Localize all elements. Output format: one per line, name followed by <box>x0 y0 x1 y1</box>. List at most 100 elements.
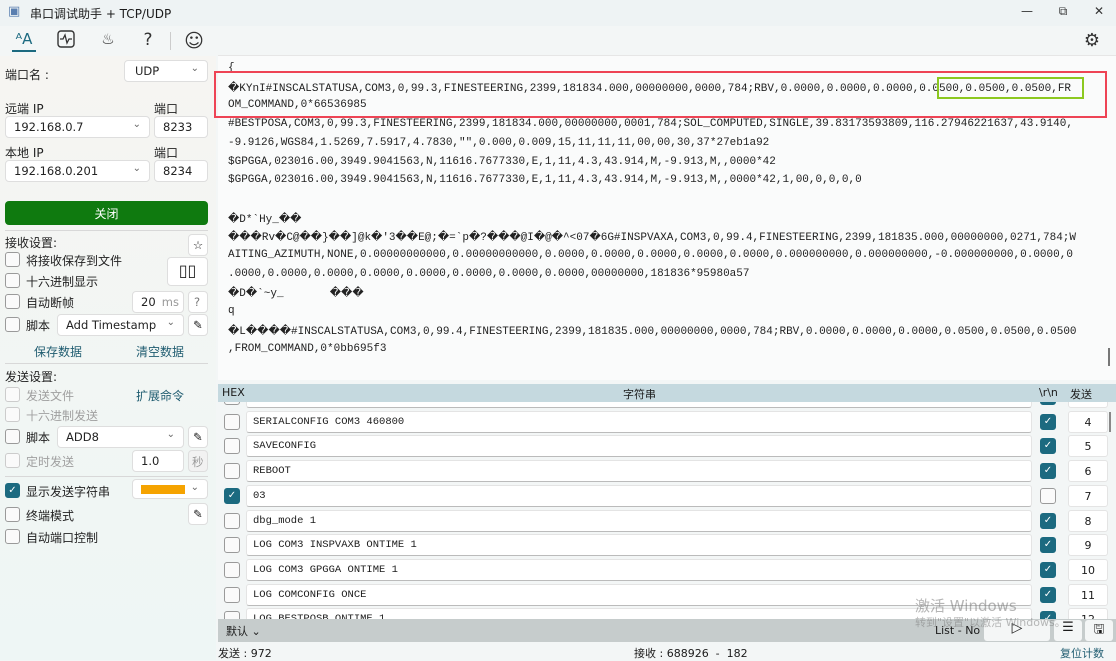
auto-frame-checkbox[interactable] <box>5 294 20 309</box>
send-row-button[interactable]: 8 <box>1068 509 1108 532</box>
timed-send-checkbox[interactable] <box>5 453 20 468</box>
edit-script-icon[interactable]: ✎ <box>188 426 208 448</box>
close-connection-button[interactable]: 关闭 <box>5 201 208 225</box>
send-file-label: 发送文件 <box>26 389 75 403</box>
port-select[interactable]: UDP ⌄ <box>124 60 208 82</box>
command-input[interactable]: 03 <box>246 484 1032 507</box>
hex-checkbox[interactable] <box>224 438 240 455</box>
hex-send-label: 十六进制发送 <box>26 409 99 423</box>
save-to-file-checkbox[interactable] <box>5 252 20 267</box>
green-highlight-box <box>937 77 1084 99</box>
command-input[interactable]: LOG COM3 INSPVAXB ONTIME 1 <box>246 534 1032 557</box>
edit-terminal-icon[interactable]: ✎ <box>188 503 208 525</box>
color-select[interactable]: ⌄ <box>132 479 208 499</box>
minimize-button[interactable]: — <box>1012 4 1042 18</box>
group-select[interactable]: 默认 ⌄ <box>226 623 261 639</box>
ms-unit: ms <box>161 295 179 309</box>
send-row: SAVECONFIG ✓ 5 <box>218 434 1116 458</box>
help-icon[interactable]: ? <box>136 30 160 52</box>
hex-checkbox[interactable] <box>224 512 240 529</box>
clear-data-link[interactable]: 清空数据 <box>136 343 184 360</box>
hex-checkbox[interactable] <box>224 537 240 554</box>
send-file-checkbox[interactable] <box>5 387 20 402</box>
send-row-button[interactable]: 10 <box>1068 558 1108 581</box>
auto-port-control-checkbox[interactable] <box>5 529 20 544</box>
crlf-checkbox[interactable]: ✓ <box>1040 413 1056 430</box>
command-input[interactable]: SERIALCONFIG COM3 460800 <box>246 410 1032 433</box>
reset-count-link[interactable]: 复位计数 <box>1060 645 1104 661</box>
hex-checkbox[interactable] <box>224 413 240 430</box>
remote-ip-value: 192.168.0.7 <box>14 120 84 134</box>
local-ip-select[interactable]: 192.168.0.201 ⌄ <box>5 160 150 182</box>
hex-checkbox[interactable] <box>224 402 240 405</box>
receive-scrollbar[interactable] <box>1108 348 1110 366</box>
crlf-checkbox[interactable]: ✓ <box>1040 586 1056 603</box>
interval-input[interactable]: 1.0 <box>132 450 184 472</box>
send-row-button[interactable]: 11 <box>1068 583 1108 606</box>
crlf-checkbox[interactable]: ✓ <box>1040 512 1056 529</box>
send-script-value: ADD8 <box>66 430 99 444</box>
hex-display-checkbox[interactable] <box>5 273 20 288</box>
local-port-input[interactable]: 8234 <box>154 160 208 182</box>
pause-button[interactable]: ▯▯ <box>167 257 208 286</box>
save-to-file-label: 将接收保存到文件 <box>26 254 123 268</box>
command-input[interactable]: REBOOT <box>246 460 1032 483</box>
remote-ip-select[interactable]: 192.168.0.7 ⌄ <box>5 116 150 138</box>
crlf-checkbox[interactable]: ✓ <box>1040 402 1056 405</box>
frame-help-button[interactable]: ? <box>188 291 208 313</box>
command-input[interactable]: LOG COM3 GPGGA ONTIME 1 <box>246 558 1032 581</box>
recv-script-select[interactable]: Add Timestamp ⌄ <box>57 314 184 336</box>
auto-frame-label: 自动断帧 <box>26 296 75 310</box>
plugin-icon[interactable]: ♨ <box>96 30 120 52</box>
table-scrollbar[interactable] <box>1109 412 1111 432</box>
send-row-button[interactable]: 5 <box>1068 435 1108 458</box>
recv-script-checkbox[interactable] <box>5 317 20 332</box>
frame-ms-input[interactable]: 20 ms <box>132 291 184 313</box>
smiley-icon[interactable]: ☺ <box>182 30 206 52</box>
text-mode-icon[interactable]: ᴬA <box>12 30 36 52</box>
header-send: 发送 <box>1070 388 1092 401</box>
hex-checkbox[interactable]: ✓ <box>224 487 240 504</box>
terminal-mode-label: 终端模式 <box>26 509 75 523</box>
command-input[interactable] <box>246 402 1032 408</box>
maximize-button[interactable]: ⧉ <box>1048 4 1078 19</box>
send-row-button[interactable]: 7 <box>1068 484 1108 507</box>
save-icon[interactable]: 🖫 <box>1085 620 1113 641</box>
receive-line: #BESTPOSA,COM3,0,99.3,FINESTEERING,2399,… <box>228 118 1073 131</box>
hex-send-checkbox[interactable] <box>5 407 20 422</box>
star-icon[interactable]: ☆ <box>188 234 208 256</box>
local-ip-label: 本地 IP <box>5 146 44 160</box>
title-bar: ▣ 串口调试助手 + TCP/UDP — ⧉ ✕ <box>0 0 1116 26</box>
extended-commands-link[interactable]: 扩展命令 <box>136 387 184 404</box>
remote-ip-label: 远端 IP <box>5 102 44 116</box>
send-table: ✓ 3 SERIALCONFIG COM3 460800 ✓ 4 SAVECON… <box>218 402 1116 619</box>
settings-icon[interactable]: ⚙ <box>1080 30 1104 52</box>
save-data-link[interactable]: 保存数据 <box>34 343 82 360</box>
send-row: ✓ 03 7 <box>218 484 1116 508</box>
receive-line: $GPGGA,023016.00,3949.9041563,N,11616.76… <box>228 174 862 187</box>
hex-checkbox[interactable] <box>224 463 240 480</box>
crlf-checkbox[interactable]: ✓ <box>1040 463 1056 480</box>
remote-port-input[interactable]: 8233 <box>154 116 208 138</box>
waveform-icon[interactable] <box>54 30 78 52</box>
command-input[interactable]: dbg_mode 1 <box>246 509 1032 532</box>
show-send-string-checkbox[interactable]: ✓ <box>5 483 20 498</box>
hex-checkbox[interactable] <box>224 586 240 603</box>
command-input[interactable]: SAVECONFIG <box>246 435 1032 458</box>
send-row-button[interactable]: 12 <box>1068 608 1108 619</box>
edit-script-icon[interactable]: ✎ <box>188 314 208 336</box>
crlf-checkbox[interactable]: ✓ <box>1040 537 1056 554</box>
hex-checkbox[interactable] <box>224 561 240 578</box>
send-row-button[interactable]: 4 <box>1068 410 1108 433</box>
crlf-checkbox[interactable] <box>1040 487 1056 504</box>
terminal-mode-checkbox[interactable] <box>5 507 20 522</box>
close-window-button[interactable]: ✕ <box>1084 4 1114 18</box>
hex-checkbox[interactable] <box>224 611 240 619</box>
send-row-button[interactable]: 6 <box>1068 460 1108 483</box>
send-row-button[interactable]: 3 <box>1068 402 1108 408</box>
send-script-checkbox[interactable] <box>5 429 20 444</box>
send-row-button[interactable]: 9 <box>1068 534 1108 557</box>
crlf-checkbox[interactable]: ✓ <box>1040 438 1056 455</box>
send-script-select[interactable]: ADD8 ⌄ <box>57 426 184 448</box>
crlf-checkbox[interactable]: ✓ <box>1040 561 1056 578</box>
